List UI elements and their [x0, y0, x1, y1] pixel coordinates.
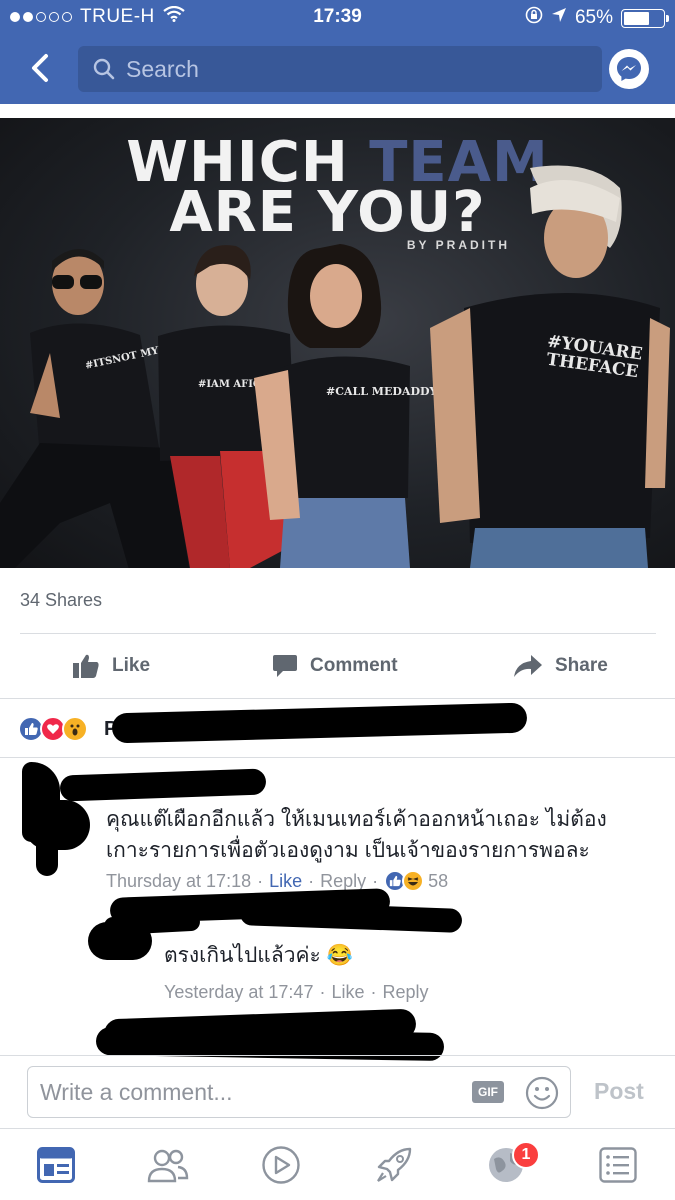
notification-badge: 1	[512, 1141, 540, 1169]
like-label: Like	[112, 655, 151, 676]
wow-reaction-icon	[62, 716, 88, 742]
tab-video[interactable]	[259, 1143, 303, 1187]
search-icon	[93, 58, 115, 80]
emoji-button[interactable]	[525, 1076, 559, 1115]
name-redacted	[59, 768, 267, 802]
person-3	[254, 244, 410, 568]
divider	[0, 757, 675, 758]
thumbs-up-icon	[73, 654, 99, 678]
comment-2-time[interactable]: Yesterday at 17:47	[164, 982, 313, 1003]
comment-2-like-link[interactable]: Like	[331, 982, 364, 1003]
reactions-summary[interactable]	[18, 716, 88, 742]
video-icon	[262, 1146, 300, 1184]
comment-icon	[273, 655, 297, 677]
comment-2-text: ตรงเกินไปแล้วค่ะ 😂	[164, 944, 353, 967]
comment-1-text-line1: คุณแต๊เผือกอีกแล้ว ให้เมนเทอร์เค้าออกหน้…	[106, 808, 607, 831]
menu-icon	[599, 1147, 637, 1183]
post-button[interactable]: Post	[594, 1078, 644, 1105]
top-bar: TRUE-H 17:39 65% Search	[0, 0, 675, 104]
divider	[0, 698, 675, 699]
comment-2-meta: Yesterday at 17:47 · Like · Reply	[164, 982, 429, 1003]
orientation-lock-icon	[525, 6, 543, 30]
status-bar: TRUE-H 17:39 65%	[0, 0, 675, 34]
battery-percent: 65%	[574, 7, 613, 28]
comment-label: Comment	[310, 655, 398, 676]
share-icon	[514, 655, 542, 677]
messenger-icon	[617, 57, 641, 81]
comment-button[interactable]: Comment	[272, 634, 398, 698]
search-placeholder: Search	[126, 55, 199, 82]
back-button[interactable]	[26, 50, 56, 86]
redaction-scribble	[111, 702, 528, 744]
rocket-icon	[377, 1147, 412, 1182]
share-label: Share	[555, 655, 608, 676]
comment-placeholder: Write a comment...	[40, 1078, 233, 1105]
haha-reaction-icon	[402, 870, 425, 892]
comment-1-meta: Thursday at 17:18 · Like · Reply · 58	[106, 870, 449, 892]
search-input[interactable]: Search	[78, 46, 602, 92]
comment-1-time[interactable]: Thursday at 17:18	[106, 871, 251, 892]
name-redacted	[103, 912, 201, 936]
smiley-icon	[525, 1076, 559, 1110]
comment-2-reply-link[interactable]: Reply	[382, 982, 428, 1003]
tab-news-feed[interactable]	[34, 1143, 78, 1187]
comment-1-reaction-count[interactable]: 58	[428, 871, 448, 892]
tab-menu[interactable]	[596, 1143, 640, 1187]
tab-bar	[0, 1128, 675, 1200]
post-image[interactable]: WHICH TEAM ARE YOU? BY PRADITH #ITSNOT M…	[0, 118, 675, 568]
battery-icon	[621, 8, 669, 28]
location-arrow-icon	[551, 7, 567, 29]
shares-count[interactable]: 34 Shares	[20, 590, 102, 611]
comment-1-like-link[interactable]: Like	[269, 871, 302, 892]
avatar-redacted	[36, 830, 58, 876]
share-button[interactable]: Share	[513, 634, 608, 698]
divider	[0, 1055, 675, 1056]
post-actions: Like Comment Share	[0, 634, 675, 698]
like-button[interactable]: Like	[72, 634, 150, 698]
chevron-left-icon	[32, 54, 48, 82]
tab-explore[interactable]	[372, 1143, 416, 1187]
gif-button[interactable]: GIF	[472, 1081, 504, 1103]
name-redacted	[239, 901, 463, 933]
news-feed-icon	[37, 1147, 75, 1183]
comment-1-text-line2: เกาะรายการเพื่อตัวเองดูงาม เป็นเจ้าของรา…	[106, 839, 590, 862]
friends-icon	[147, 1149, 189, 1183]
tab-friends[interactable]	[146, 1143, 190, 1187]
messenger-button[interactable]	[609, 49, 649, 89]
